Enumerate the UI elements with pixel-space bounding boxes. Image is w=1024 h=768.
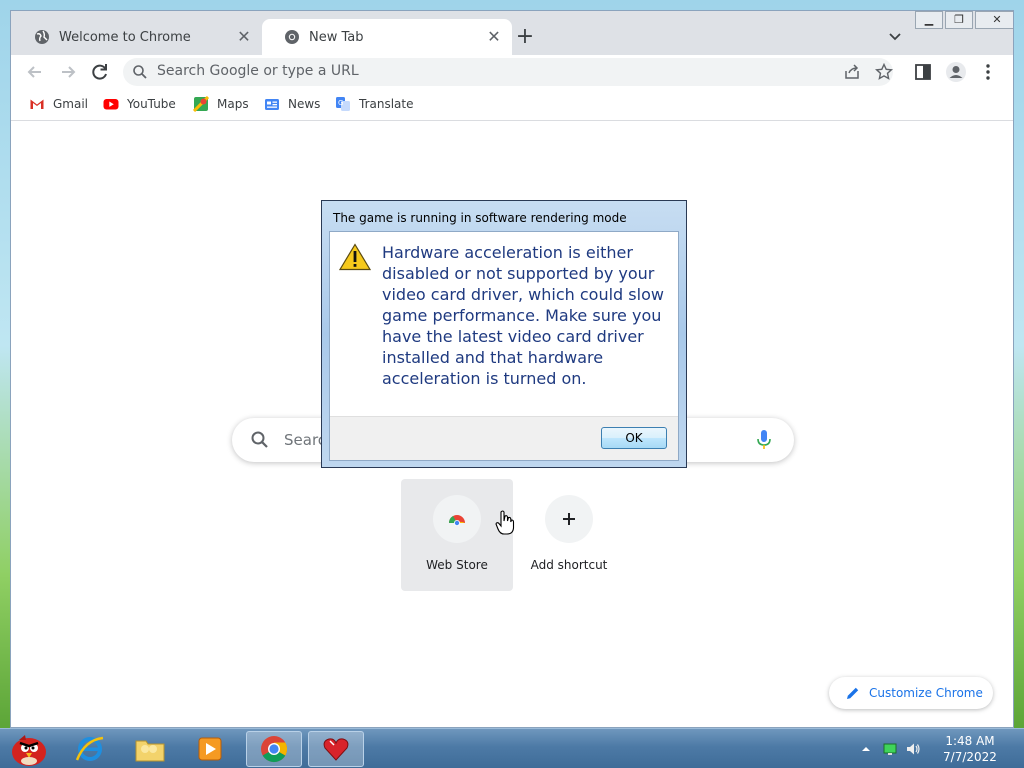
bookmark-news[interactable]: News: [264, 96, 320, 112]
hand-cursor-icon: [495, 510, 515, 535]
bookmark-translate[interactable]: G Translate: [335, 96, 414, 112]
forward-arrow-icon[interactable]: [56, 60, 80, 84]
globe-icon: [35, 30, 49, 44]
bookmark-star-icon[interactable]: [875, 63, 893, 81]
reload-icon[interactable]: [88, 60, 112, 84]
clock-time: 1:48 AM: [945, 734, 995, 748]
customize-chrome-button[interactable]: Customize Chrome: [829, 677, 993, 709]
warning-dialog: The game is running in software renderin…: [321, 200, 687, 468]
bookmark-gmail[interactable]: Gmail: [29, 96, 88, 112]
close-window-button[interactable]: ✕: [975, 11, 1013, 29]
chrome-icon: [261, 736, 288, 763]
tab-welcome-to-chrome[interactable]: Welcome to Chrome ✕: [12, 19, 262, 55]
bookmark-label: YouTube: [127, 97, 176, 111]
customize-label: Customize Chrome: [869, 686, 983, 700]
menu-kebab-icon[interactable]: [977, 61, 999, 83]
taskbar-internet-explorer[interactable]: [62, 731, 118, 767]
show-hidden-icons-arrow[interactable]: [858, 741, 874, 757]
clock-date: 7/7/2022: [943, 750, 997, 764]
bookmarks-bar: Gmail YouTube Maps News G Translate: [11, 89, 1013, 121]
taskbar-game[interactable]: [308, 731, 364, 767]
taskbar-clock[interactable]: 1:48 AM 7/7/2022: [932, 733, 1008, 765]
chrome-icon: [285, 30, 299, 44]
plus-icon: [563, 513, 575, 525]
profile-avatar-icon[interactable]: [945, 61, 967, 83]
internet-explorer-icon: [75, 736, 104, 761]
pencil-icon: [847, 687, 859, 699]
share-icon[interactable]: [843, 63, 861, 81]
side-panel-icon[interactable]: [912, 61, 934, 83]
bookmark-label: News: [288, 97, 321, 111]
omnibox[interactable]: Search Google or type a URL: [123, 58, 893, 86]
tab-strip: Welcome to Chrome ✕ New Tab ✕ + ▁ ❐ ✕: [11, 11, 1013, 55]
dialog-body: Hardware acceleration is either disabled…: [329, 231, 679, 461]
window-controls: ▁ ❐ ✕: [915, 11, 1013, 31]
dialog-message: Hardware acceleration is either disabled…: [382, 243, 664, 388]
toolbar: Search Google or type a URL: [11, 55, 1013, 89]
close-icon[interactable]: ✕: [236, 29, 252, 45]
maximize-button[interactable]: ❐: [945, 11, 973, 29]
search-icon: [251, 431, 268, 448]
bookmark-youtube[interactable]: YouTube: [103, 96, 176, 112]
microphone-icon[interactable]: [754, 428, 774, 452]
svg-text:G: G: [338, 99, 343, 107]
news-icon: [265, 99, 279, 110]
translate-icon: G: [336, 97, 350, 111]
shortcut-tile: [545, 495, 593, 543]
taskbar-chrome[interactable]: [246, 731, 302, 767]
chrome-web-store-icon: [448, 515, 465, 526]
angry-birds-start-icon: [12, 735, 46, 766]
maps-icon: [193, 96, 209, 112]
tab-new-tab[interactable]: New Tab ✕: [262, 19, 512, 55]
youtube-icon: [103, 99, 119, 110]
tab-title: Welcome to Chrome: [59, 29, 191, 45]
warning-icon: [339, 243, 371, 271]
start-button[interactable]: [0, 731, 56, 767]
volume-icon[interactable]: [905, 741, 921, 757]
taskbar-media-player[interactable]: [182, 731, 238, 767]
game-heart-icon: [323, 738, 349, 761]
media-player-icon: [198, 737, 222, 761]
back-arrow-icon[interactable]: [23, 60, 47, 84]
ok-button[interactable]: OK: [601, 427, 667, 449]
omnibox-placeholder: Search Google or type a URL: [157, 63, 359, 79]
shortcut-add[interactable]: Add shortcut: [513, 479, 625, 591]
bookmark-label: Gmail: [53, 97, 89, 111]
tab-title: New Tab: [309, 29, 364, 45]
taskbar: 1:48 AM 7/7/2022: [0, 728, 1024, 768]
minimize-button[interactable]: ▁: [915, 11, 943, 29]
dialog-footer: OK: [330, 416, 678, 460]
chevron-down-icon[interactable]: [885, 27, 905, 47]
close-icon[interactable]: ✕: [486, 29, 502, 45]
shortcut-label: Web Store: [426, 558, 488, 572]
search-icon: [133, 65, 147, 79]
ntp-search-placeholder: Searc: [284, 431, 327, 449]
dialog-title: The game is running in software renderin…: [333, 211, 627, 225]
shortcut-tile: [433, 495, 481, 543]
bookmark-label: Translate: [359, 97, 414, 111]
new-tab-button[interactable]: +: [513, 26, 537, 50]
folder-icon: [135, 740, 165, 762]
network-icon[interactable]: [882, 741, 898, 757]
gmail-icon: [30, 99, 44, 109]
shortcut-label: Add shortcut: [530, 558, 608, 572]
bookmark-label: Maps: [217, 97, 249, 111]
taskbar-folder[interactable]: [122, 731, 178, 767]
bookmark-maps[interactable]: Maps: [193, 96, 249, 112]
